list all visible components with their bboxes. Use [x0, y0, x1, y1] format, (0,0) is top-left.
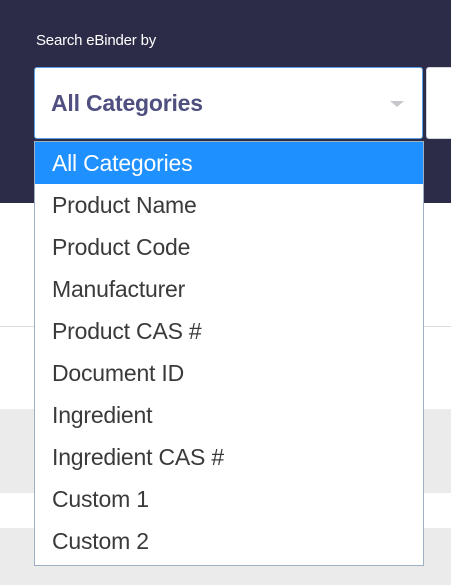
option-all-categories[interactable]: All Categories	[35, 142, 423, 184]
option-document-id[interactable]: Document ID	[35, 352, 423, 394]
option-ingredient-cas[interactable]: Ingredient CAS #	[35, 436, 423, 478]
option-custom-2[interactable]: Custom 2	[35, 520, 423, 562]
search-input[interactable]	[426, 67, 451, 139]
option-product-code[interactable]: Product Code	[35, 226, 423, 268]
category-select[interactable]: All Categories	[34, 67, 423, 139]
option-product-name[interactable]: Product Name	[35, 184, 423, 226]
option-ingredient[interactable]: Ingredient	[35, 394, 423, 436]
category-select-value: All Categories	[51, 90, 203, 116]
category-dropdown-list: All Categories Product Name Product Code…	[34, 141, 424, 566]
option-custom-1[interactable]: Custom 1	[35, 478, 423, 520]
search-by-label: Search eBinder by	[36, 32, 157, 49]
chevron-down-icon	[390, 101, 404, 107]
option-product-cas[interactable]: Product CAS #	[35, 310, 423, 352]
option-manufacturer[interactable]: Manufacturer	[35, 268, 423, 310]
